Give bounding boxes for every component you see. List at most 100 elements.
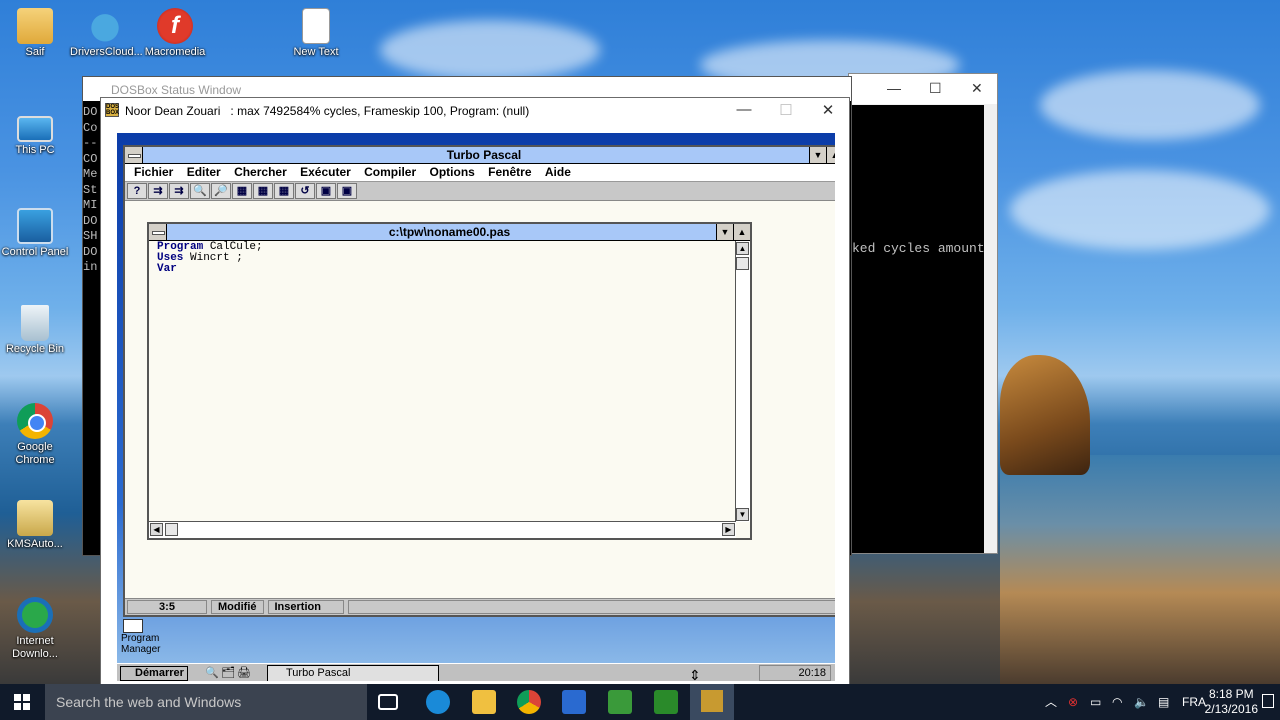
file-explorer-icon[interactable] xyxy=(472,690,496,714)
taskbar-clock[interactable]: 8:18 PM 2/13/2016 xyxy=(1205,687,1258,717)
status-line: SH xyxy=(83,229,98,243)
dosbox-logo-icon: DOS BOX xyxy=(105,103,120,117)
wifi-icon[interactable]: ◠ xyxy=(1112,684,1122,720)
scroll-right-icon[interactable]: ▶ xyxy=(722,523,735,536)
code-line: Var xyxy=(157,263,177,275)
save-file-icon[interactable]: ⇉ xyxy=(169,183,189,199)
minimize-arrow-icon[interactable]: ▼ xyxy=(809,147,826,163)
menu-compiler[interactable]: Compiler xyxy=(364,165,416,179)
quicklaunch-printer-icon[interactable]: 🖨 xyxy=(237,666,251,679)
camtasia-icon[interactable] xyxy=(608,690,632,714)
search-again-icon[interactable]: 🔎 xyxy=(211,183,231,199)
close-icon[interactable]: ✕ xyxy=(971,80,983,97)
editor-window[interactable]: c:\tpw\noname00.pas ▼ ▲ Program CalCule;… xyxy=(147,222,752,540)
paste-icon[interactable]: ▦ xyxy=(274,183,294,199)
desktop-icon-idm[interactable]: Internet Downlo... xyxy=(0,597,70,661)
language-indicator[interactable]: FRA xyxy=(1182,684,1206,720)
program-manager-icon[interactable]: Program Manager xyxy=(121,619,171,655)
maximize-arrow-icon[interactable]: ▲ xyxy=(826,147,835,163)
demarrer-button[interactable]: Démarrer xyxy=(120,666,188,681)
status-line: in xyxy=(83,260,98,274)
scroll-down-icon[interactable]: ▼ xyxy=(736,508,749,521)
code-area[interactable]: Program CalCule; Uses Wincrt ; Var xyxy=(157,242,263,275)
store-icon[interactable] xyxy=(562,690,586,714)
turbo-pascal-window[interactable]: Turbo Pascal ▼ ▲ Fichier Editer Chercher… xyxy=(123,145,835,617)
quicklaunch-search-icon[interactable]: 🔍 xyxy=(205,666,219,679)
desktop-icon-user-folder[interactable]: Saif xyxy=(0,8,70,59)
minimize-button[interactable]: — xyxy=(729,101,759,118)
menu-fenetre[interactable]: Fenêtre xyxy=(488,165,531,179)
chrome-taskbar-icon[interactable] xyxy=(517,690,541,714)
turbo-pascal-titlebar[interactable]: Turbo Pascal ▼ ▲ xyxy=(125,147,835,164)
copy-icon[interactable]: ▦ xyxy=(253,183,273,199)
menu-options[interactable]: Options xyxy=(430,165,475,179)
minimize-icon[interactable]: — xyxy=(887,80,901,96)
console-output: ked cycles amount xyxy=(852,105,986,553)
undo-icon[interactable]: ↺ xyxy=(295,183,315,199)
find-icon[interactable]: 🔍 xyxy=(190,183,210,199)
menu-chercher[interactable]: Chercher xyxy=(234,165,287,179)
horizontal-scroll-thumb[interactable] xyxy=(165,523,178,536)
desktop-icon-macromedia[interactable]: f Macromedia xyxy=(140,8,210,59)
keyboard-icon[interactable]: ▤ xyxy=(1158,684,1169,720)
quicklaunch-explorer-icon[interactable]: 🗂 xyxy=(221,666,235,679)
vertical-scrollbar[interactable]: ▲ ▼ xyxy=(735,241,750,522)
status-line: MI xyxy=(83,198,98,212)
dosbox-taskbar-button[interactable] xyxy=(690,684,734,720)
desktop-icon-new-text[interactable]: New Text xyxy=(281,8,351,59)
editor-minimize-arrow-icon[interactable]: ▼ xyxy=(716,224,733,240)
dosbox-titlebar[interactable]: DOS BOX Noor Dean Zouari : max 7492584% c… xyxy=(101,98,849,123)
tray-expand-icon[interactable]: ︿ xyxy=(1045,684,1057,720)
tray-app-icon[interactable]: ⊗ xyxy=(1068,684,1078,720)
editor-system-menu-icon[interactable] xyxy=(149,224,167,240)
desktop-icon-this-pc[interactable]: This PC xyxy=(0,110,70,157)
console-scrollbar[interactable] xyxy=(984,105,997,553)
scroll-up-icon[interactable]: ▲ xyxy=(736,242,749,255)
dosbox-window[interactable]: DOS BOX Noor Dean Zouari : max 7492584% c… xyxy=(100,97,850,685)
close-button[interactable]: ✕ xyxy=(813,101,843,119)
desktop-icon-recycle-bin[interactable]: Recycle Bin xyxy=(0,305,70,356)
notification-center-icon[interactable] xyxy=(1262,694,1274,708)
editor-maximize-arrow-icon[interactable]: ▲ xyxy=(733,224,750,240)
cursor-position: 3:5 xyxy=(127,600,207,614)
battery-icon[interactable]: ▭ xyxy=(1090,684,1101,720)
menu-executer[interactable]: Exécuter xyxy=(300,165,351,179)
compile-icon[interactable]: ▣ xyxy=(316,183,336,199)
menu-aide[interactable]: Aide xyxy=(545,165,571,179)
folder-icon xyxy=(17,8,53,44)
maximize-button[interactable]: ☐ xyxy=(771,101,801,119)
desktop-icon-chrome[interactable]: Google Chrome xyxy=(0,403,70,467)
w95-task-turbo-pascal[interactable]: Turbo Pascal xyxy=(267,665,439,681)
cut-icon[interactable]: ▦ xyxy=(232,183,252,199)
flash-icon: f xyxy=(157,8,193,44)
vertical-scroll-thumb[interactable] xyxy=(736,257,749,270)
open-file-icon[interactable]: ⇉ xyxy=(148,183,168,199)
task-view-icon[interactable] xyxy=(378,694,398,710)
maximize-icon[interactable]: ☐ xyxy=(929,80,942,97)
desktop-icon-control-panel[interactable]: Control Panel xyxy=(0,208,70,259)
camtasia-recorder-icon[interactable] xyxy=(654,690,678,714)
system-menu-icon[interactable] xyxy=(125,147,143,163)
menu-bar: Fichier Editer Chercher Exécuter Compile… xyxy=(125,164,835,182)
console-titlebar[interactable]: — ☐ ✕ xyxy=(849,74,997,104)
control-panel-icon xyxy=(17,208,53,244)
run-icon[interactable]: ▣ xyxy=(337,183,357,199)
status-line: Co xyxy=(83,120,98,135)
chrome-icon xyxy=(17,403,53,439)
edge-icon[interactable] xyxy=(426,690,450,714)
horizontal-scrollbar[interactable]: ◀ ▶ xyxy=(149,521,736,538)
taskbar-search-input[interactable]: Search the web and Windows xyxy=(45,684,367,720)
desktop-icon-driverscloud[interactable]: DriversCloud... xyxy=(70,8,143,59)
desktop-icon-kmsauto[interactable]: KMSAuto... xyxy=(0,500,70,551)
console-window[interactable]: — ☐ ✕ ked cycles amount xyxy=(848,73,998,554)
menu-editer[interactable]: Editer xyxy=(187,165,221,179)
help-icon[interactable]: ? xyxy=(127,183,147,199)
start-button[interactable] xyxy=(14,694,30,710)
volume-icon[interactable]: 🔈 xyxy=(1134,684,1149,720)
status-line: DO xyxy=(83,244,98,259)
menu-fichier[interactable]: Fichier xyxy=(134,165,173,179)
clock-time: 8:18 PM xyxy=(1208,687,1254,701)
scroll-left-icon[interactable]: ◀ xyxy=(150,523,163,536)
editor-titlebar[interactable]: c:\tpw\noname00.pas ▼ ▲ xyxy=(149,224,750,241)
w95-clock: 20:18 xyxy=(759,665,831,681)
